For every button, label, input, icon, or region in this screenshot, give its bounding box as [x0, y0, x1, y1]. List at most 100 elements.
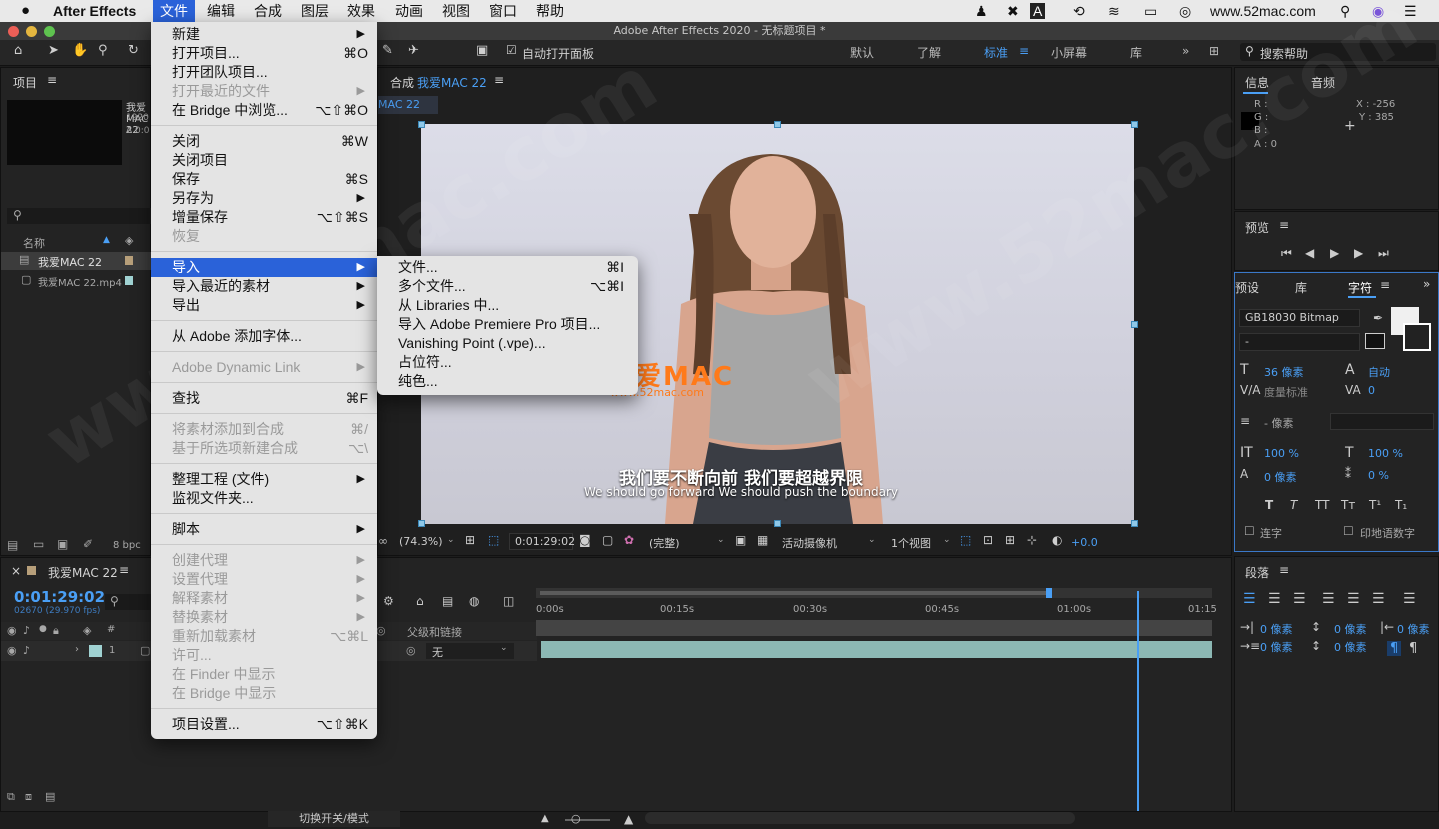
chevron-down-icon[interactable]: ⌄ — [943, 535, 951, 545]
file-menu-item[interactable]: 监视文件夹... — [151, 489, 377, 508]
file-menu-item[interactable]: 导入 ▶ — [151, 258, 377, 277]
zoom-out-icon[interactable]: ▲ — [541, 813, 549, 824]
horizontal-scale-value[interactable]: 100 % — [1368, 447, 1403, 460]
qq-icon[interactable]: ♟ — [968, 0, 995, 22]
lock-icon[interactable]: 🔒︎ — [53, 624, 59, 638]
timeline-scrollbar[interactable] — [645, 812, 1075, 824]
visibility-eye-icon[interactable]: ◉ — [7, 644, 17, 657]
close-window-button[interactable] — [8, 26, 19, 37]
align-left-icon[interactable]: ☰ — [1243, 591, 1256, 607]
new-comp-icon[interactable]: ▣ — [57, 537, 68, 551]
stroke-width-value[interactable]: - 像素 — [1264, 415, 1293, 431]
timeline-close-icon[interactable]: × — [11, 564, 21, 578]
leading-value[interactable]: 自动 — [1368, 364, 1390, 380]
camera-dropdown[interactable]: 活动摄像机 — [782, 535, 837, 551]
file-menu-item[interactable]: 关闭项目 — [151, 151, 377, 170]
battery-icon[interactable]: ▭ — [1137, 0, 1164, 22]
font-size-value[interactable]: 36 像素 — [1264, 364, 1304, 380]
pin-tool-icon[interactable]: ✈ — [408, 43, 419, 58]
reset-exposure-icon[interactable]: ◐ — [1052, 533, 1062, 547]
timeline-comp-name[interactable]: 我爱MAC 22 — [48, 564, 118, 581]
visibility-eye-icon[interactable]: ◉ — [7, 624, 17, 637]
toggle-pixel-aspect-icon[interactable]: ⬚ — [960, 533, 971, 547]
first-frame-icon[interactable]: ⏮ — [1281, 246, 1292, 261]
file-menu-item[interactable]: 项目设置... ⌥⇧⌘K — [151, 715, 377, 734]
zoom-level-dropdown[interactable]: (74.3%) — [399, 535, 443, 548]
show-snapshot-icon[interactable]: ▢ — [602, 533, 613, 547]
paragraph-panel-menu-icon[interactable]: ≡ — [1279, 563, 1289, 577]
workspace-small-screen[interactable]: 小屏幕 — [1051, 44, 1087, 61]
bit-depth-label[interactable]: 8 bpc — [113, 540, 141, 551]
comp-panel-menu-icon[interactable]: ≡ — [494, 73, 504, 87]
superscript-icon[interactable]: T¹ — [1369, 498, 1381, 512]
transform-handle[interactable] — [418, 520, 425, 527]
rotate-tool-icon[interactable]: ↻ — [128, 43, 139, 58]
transform-handle[interactable] — [774, 121, 781, 128]
font-style-dropdown[interactable]: - — [1239, 333, 1360, 351]
chevron-down-icon[interactable]: ⌄ — [447, 535, 455, 545]
transform-handle[interactable] — [1131, 321, 1138, 328]
composition-mini-flowchart-icon[interactable]: ⚙ — [383, 594, 394, 608]
layer-switch-icon[interactable]: ▤ — [45, 790, 55, 803]
stroke-fill-swatch[interactable] — [1365, 333, 1385, 349]
justify-left-icon[interactable]: ☰ — [1322, 591, 1335, 607]
import-submenu-item[interactable]: 占位符... — [377, 353, 638, 372]
transform-handle[interactable] — [1131, 520, 1138, 527]
project-item-row[interactable]: ▢ 我爱MAC 22.mp4 — [1, 271, 152, 289]
project-search-input[interactable]: ⚲ — [7, 208, 152, 224]
zoom-slider-handle[interactable]: ○ — [571, 812, 581, 825]
menu-file[interactable]: 文件 — [153, 0, 195, 22]
parent-dropdown[interactable]: 无 ⌄ — [426, 643, 514, 659]
import-submenu-item[interactable]: 从 Libraries 中... — [377, 296, 638, 315]
menu-view[interactable]: 视图 — [435, 0, 477, 22]
interpret-footage-icon[interactable]: ▤ — [7, 538, 18, 552]
transform-handle[interactable] — [774, 520, 781, 527]
work-area-bar[interactable] — [536, 588, 1212, 598]
file-menu-item[interactable]: 脚本 ▶ — [151, 520, 377, 539]
font-family-dropdown[interactable]: GB18030 Bitmap — [1239, 309, 1360, 327]
time-machine-icon[interactable]: ⟲ — [1066, 0, 1092, 22]
zoom-in-icon[interactable]: ▲ — [624, 812, 633, 826]
import-submenu-item[interactable]: 文件... ⌘I — [377, 258, 638, 277]
presets-tab[interactable]: 预设 — [1235, 279, 1259, 296]
current-time-field[interactable]: 0:01:29:02 — [509, 533, 575, 550]
graph-editor-icon[interactable]: ◫ — [503, 594, 514, 608]
toggle-switches-modes-button[interactable]: 切换开关/模式 — [268, 811, 400, 827]
tsume-value[interactable]: 0 % — [1368, 469, 1389, 482]
workspace-options-icon[interactable]: ⊞ — [1209, 44, 1219, 58]
previous-frame-icon[interactable]: ◀ — [1305, 246, 1314, 260]
menu-layer[interactable]: 图层 — [294, 0, 336, 22]
justify-all-icon[interactable]: ☰ — [1403, 591, 1416, 607]
more-workspaces-icon[interactable]: » — [1182, 44, 1189, 58]
import-submenu-item[interactable]: 导入 Adobe Premiere Pro 项目... — [377, 315, 638, 334]
faux-italic-icon[interactable]: T — [1290, 498, 1297, 512]
views-dropdown[interactable]: 1个视图 — [891, 535, 931, 551]
file-menu-item[interactable]: 增量保存 ⌥⇧⌘S — [151, 208, 377, 227]
hide-shy-layers-icon[interactable]: ▤ — [442, 594, 453, 608]
file-menu-item[interactable]: 整理工程 (文件) ▶ — [151, 470, 377, 489]
menu-window[interactable]: 窗口 — [482, 0, 524, 22]
menu-help[interactable]: 帮助 — [529, 0, 571, 22]
channel-icon[interactable]: ✿ — [624, 533, 634, 547]
comp-flowchart-icon[interactable]: ⧉ — [7, 790, 15, 804]
parent-pickwhip-icon[interactable]: ◎ — [406, 644, 416, 657]
workspace-standard[interactable]: 标准 — [984, 44, 1008, 61]
resolution-dropdown[interactable]: (完整) — [649, 535, 680, 551]
label-tag-icon[interactable]: ◈ — [83, 624, 91, 637]
file-menu-item[interactable]: 关闭 ⌘W — [151, 132, 377, 151]
tools-icon[interactable]: ✖ — [1000, 0, 1026, 22]
more-panels-icon[interactable]: » — [1423, 277, 1430, 291]
mask-visibility-icon[interactable]: ∞ — [378, 534, 388, 548]
flowchart-icon[interactable]: ⊹ — [1027, 533, 1037, 547]
tracking-value[interactable]: 0 — [1368, 384, 1375, 397]
subscript-icon[interactable]: T₁ — [1395, 498, 1407, 512]
import-submenu-item[interactable]: 纯色... — [377, 372, 638, 391]
align-right-icon[interactable]: ☰ — [1293, 591, 1306, 607]
home-icon[interactable]: ⌂ — [14, 43, 22, 58]
libraries-tab[interactable]: 库 — [1295, 279, 1307, 296]
menu-edit[interactable]: 编辑 — [200, 0, 242, 22]
project-item-row[interactable]: ▤ 我爱MAC 22 — [1, 252, 152, 270]
file-menu-item[interactable]: 导入最近的素材 ▶ — [151, 277, 377, 296]
audio-icon[interactable]: ♪ — [23, 624, 30, 637]
file-menu-item[interactable]: 打开项目... ⌘O — [151, 44, 377, 63]
